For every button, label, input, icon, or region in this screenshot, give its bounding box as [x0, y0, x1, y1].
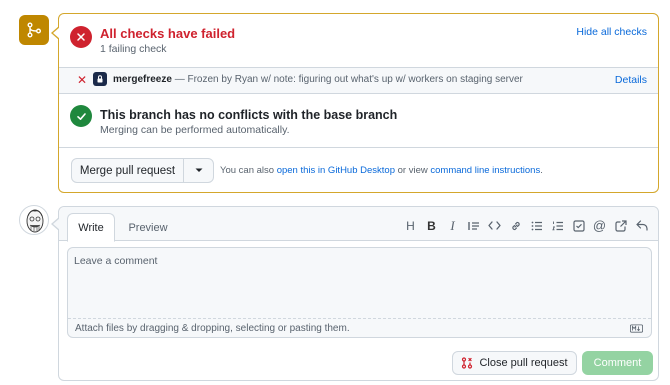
markdown-toolbar: H B I @ — [402, 217, 650, 234]
heading-icon[interactable]: H — [402, 217, 419, 234]
tab-preview[interactable]: Preview — [121, 213, 175, 242]
ordered-list-icon[interactable] — [549, 217, 566, 234]
failed-x-icon — [70, 26, 92, 48]
check-details-link[interactable]: Details — [615, 74, 647, 86]
check-row: ✕ mergefreeze — Frozen by Ryan w/ note: … — [59, 68, 658, 94]
tab-write[interactable]: Write — [67, 213, 115, 242]
git-merge-icon — [19, 15, 49, 45]
open-in-desktop-link[interactable]: open this in GitHub Desktop — [277, 165, 395, 176]
conflicts-subtitle: Merging can be performed automatically. — [100, 124, 290, 136]
close-pull-request-button[interactable]: Close pull request — [452, 351, 577, 375]
mergefreeze-app-icon — [93, 72, 107, 86]
hint-middle: or view — [395, 165, 431, 176]
command-line-instructions-link[interactable]: command line instructions — [430, 165, 540, 176]
merge-hint: You can also open this in GitHub Desktop… — [220, 165, 543, 176]
git-pull-request-closed-icon — [462, 357, 473, 369]
hint-prefix: You can also — [220, 165, 277, 176]
conflicts-title: This branch has no conflicts with the ba… — [100, 108, 398, 122]
check-app-name: mergefreeze — [113, 74, 172, 85]
check-failed-x-icon: ✕ — [77, 73, 88, 87]
check-row-text: mergefreeze — Frozen by Ryan w/ note: fi… — [113, 74, 523, 85]
caret-down-icon — [195, 168, 202, 172]
comment-box: Write Preview H B I @ Leave a comment At… — [51, 206, 659, 381]
attach-files-hint[interactable]: Attach files by dragging & dropping, sel… — [75, 323, 350, 334]
hint-suffix: . — [540, 165, 543, 176]
reply-icon[interactable] — [633, 217, 650, 234]
checks-section: All checks have failed 1 failing check H… — [59, 14, 658, 68]
italic-icon[interactable]: I — [444, 217, 461, 234]
hide-all-checks-link[interactable]: Hide all checks — [576, 26, 647, 38]
unordered-list-icon[interactable] — [528, 217, 545, 234]
close-pull-request-label: Close pull request — [479, 357, 568, 369]
reference-icon[interactable] — [612, 217, 629, 234]
comment-button[interactable]: Comment — [582, 351, 653, 375]
check-description: — Frozen by Ryan w/ note: figuring out w… — [171, 74, 523, 85]
merge-box: All checks have failed 1 failing check H… — [51, 13, 659, 193]
merge-button-group: Merge pull request — [71, 158, 214, 183]
link-icon[interactable] — [507, 217, 524, 234]
bold-icon[interactable]: B — [423, 217, 440, 234]
avatar[interactable] — [19, 205, 49, 235]
merge-pull-request-button[interactable]: Merge pull request — [72, 159, 184, 182]
comment-textarea[interactable] — [68, 248, 651, 319]
comment-header: Write Preview H B I @ — [59, 207, 658, 242]
mention-icon[interactable]: @ — [591, 217, 608, 234]
markdown-icon[interactable] — [630, 324, 643, 333]
success-check-icon — [70, 105, 92, 127]
task-list-icon[interactable] — [570, 217, 587, 234]
checks-subtitle: 1 failing check — [100, 43, 167, 55]
checks-title: All checks have failed — [100, 26, 236, 41]
comment-editor: Attach files by dragging & dropping, sel… — [67, 247, 652, 338]
code-icon[interactable] — [486, 217, 503, 234]
merge-method-dropdown[interactable] — [184, 159, 213, 182]
quote-icon[interactable] — [465, 217, 482, 234]
